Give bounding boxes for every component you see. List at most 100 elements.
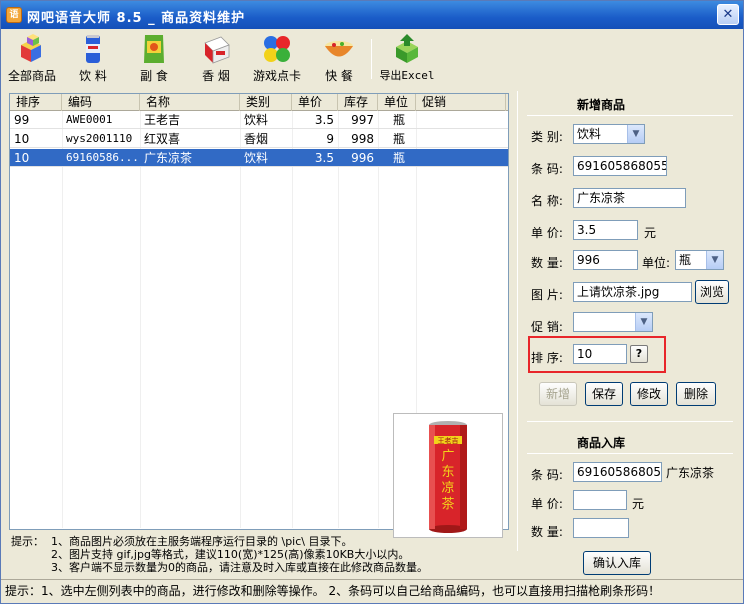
promo-label: 促 销: [531,320,563,334]
cell-sort: 10 [14,132,30,146]
cell-price: 3.5 [314,113,334,127]
cell-name: 红双喜 [144,132,181,146]
toolbar-game-cards-button[interactable]: 游戏点卡 [249,33,305,85]
grid-line [240,111,241,528]
price-input[interactable]: 3.5 [573,220,638,240]
column-header-promo[interactable]: 促销 [416,94,506,111]
product-list-header: 排序 编码 名称 类别 单价 库存 单位 促销 [10,94,508,111]
delete-button[interactable]: 删除 [676,382,716,406]
browse-button[interactable]: 浏览 [695,280,729,304]
column-header-name[interactable]: 名称 [140,94,240,111]
unit-select[interactable]: 瓶 ▼ [675,250,724,270]
toolbar-label: 游戏点卡 [252,69,301,83]
promo-select[interactable]: ▼ [573,312,653,332]
stockin-barcode-label: 条 码: [531,468,563,482]
grid-line [140,111,141,528]
table-row[interactable]: 99 AWE0001 王老吉 饮料 3.5 997 瓶 [10,111,508,129]
category-select[interactable]: 饮料 ▼ [573,124,645,144]
stockin-price-input[interactable] [573,490,627,510]
can-brand-text: 王老吉 [438,436,459,445]
confirm-stock-in-button[interactable]: 确认入库 [583,551,651,575]
snack-bag-icon [137,33,171,65]
quantity-input[interactable]: 996 [573,250,638,270]
category-label: 类 别: [531,130,563,144]
unit-label: 单位: [642,256,671,270]
cell-code: 69160586... [66,151,139,164]
save-button[interactable]: 保存 [585,382,623,406]
cell-code: wys2001110 [66,132,133,145]
tip-line: 3、客户端不显示数量为0的商品，请注意及时入库或直接在此修改商品数量。 [51,561,428,574]
name-label: 名 称: [531,194,563,208]
cell-category: 饮料 [244,151,269,165]
new-product-title: 新增商品 [577,98,626,112]
sort-input[interactable]: 10 [573,344,627,364]
tip-line: 1、商品图片必须放在主服务端程序运行目录的 \pic\ 目录下。 [51,535,353,548]
cell-stock: 998 [351,132,374,146]
can-label-text-1: 广 [441,449,454,464]
herbal-tea-can-image: 王老吉 广 东 凉 茶 [394,414,502,537]
toolbar: 全部商品 饮 料 副 食 香 烟 游戏点卡 快 餐 导出Excel [1,29,743,87]
section-divider [527,421,733,422]
sort-help-button[interactable]: ? [630,345,648,363]
cell-sort: 10 [14,151,30,165]
barcode-input[interactable]: 6916058680559 [573,156,667,176]
section-divider [527,453,733,454]
cell-category: 饮料 [244,113,269,127]
table-row-selected[interactable]: 10 69160586... 广东凉茶 饮料 3.5 996 瓶 [10,149,508,167]
stock-in-title: 商品入库 [577,436,626,450]
toolbar-label: 导出Excel [379,69,435,82]
stockin-barcode-input[interactable]: 6916058680559 [573,462,662,482]
name-input[interactable]: 广东凉茶 [573,188,686,208]
soda-can-icon [76,33,110,65]
toolbar-label: 香 烟 [202,69,230,83]
cell-promo [416,149,506,167]
quantity-label: 数 量: [531,256,563,270]
toolbar-all-products-button[interactable]: 全部商品 [5,33,59,85]
grid-line [338,111,339,528]
barcode-label: 条 码: [531,162,563,176]
stockin-quantity-input[interactable] [573,518,629,538]
noodle-bowl-icon [322,33,356,65]
column-header-category[interactable]: 类别 [240,94,292,111]
cell-promo [416,111,506,129]
add-button[interactable]: 新增 [539,382,577,406]
game-card-icon [260,33,294,65]
table-row[interactable]: 10 wys2001110 红双喜 香烟 9 998 瓶 [10,130,508,148]
column-header-stock[interactable]: 库存 [338,94,378,111]
column-header-unit[interactable]: 单位 [378,94,416,111]
cell-code: AWE0001 [66,113,113,126]
column-header-code[interactable]: 编码 [62,94,140,111]
toolbar-drinks-button[interactable]: 饮 料 [67,33,119,85]
product-image-preview: 王老吉 广 东 凉 茶 [393,413,503,538]
toolbar-label: 饮 料 [79,69,107,83]
cell-name: 王老吉 [144,113,181,127]
close-button[interactable]: ✕ [717,4,739,25]
cigarette-pack-icon [199,33,233,65]
column-header-price[interactable]: 单价 [292,94,338,111]
tips-label: 提示： [11,535,44,548]
edit-button[interactable]: 修改 [630,382,668,406]
chevron-down-icon: ▼ [627,125,644,143]
cell-price: 3.5 [314,151,334,165]
cell-name: 广东凉茶 [144,151,193,165]
toolbar-label: 快 餐 [325,69,353,83]
export-excel-icon [390,33,424,65]
toolbar-snacks-button[interactable]: 副 食 [129,33,179,85]
column-header-sort[interactable]: 排序 [10,94,62,111]
toolbar-cigarettes-button[interactable]: 香 烟 [191,33,241,85]
image-path-input[interactable]: 上请饮凉茶.jpg [573,282,692,302]
cell-sort: 99 [14,113,30,127]
cell-promo [416,130,506,148]
grid-line [62,111,63,528]
toolbar-export-excel-button[interactable]: 导出Excel [377,33,437,85]
cell-price: 9 [326,132,334,146]
stockin-price-unit: 元 [632,497,645,511]
unit-select-value: 瓶 [679,253,692,267]
can-label-text-4: 茶 [441,496,454,512]
cell-stock: 997 [351,113,374,127]
toolbar-separator [371,39,372,79]
cell-unit: 瓶 [392,132,405,146]
cell-category: 香烟 [244,132,269,146]
toolbar-label: 副 食 [140,69,168,83]
toolbar-fastfood-button[interactable]: 快 餐 [315,33,363,85]
